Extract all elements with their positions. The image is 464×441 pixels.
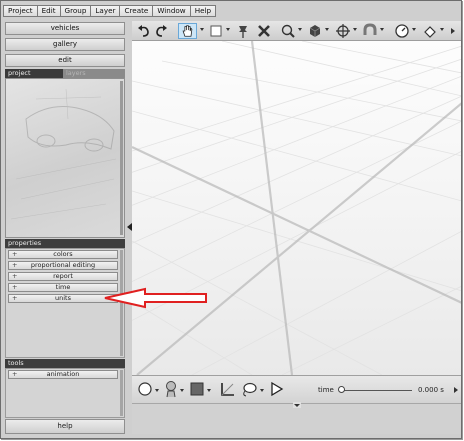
menu-bar: Project Edit Group Layer Create Window H… bbox=[3, 5, 217, 17]
close-x-icon[interactable] bbox=[256, 23, 272, 39]
chevron-down-icon[interactable] bbox=[380, 28, 384, 31]
clock-icon[interactable] bbox=[394, 23, 410, 39]
ground-grid bbox=[132, 41, 461, 375]
properties-header[interactable]: properties bbox=[5, 239, 125, 248]
bottom-panel bbox=[132, 402, 461, 434]
expand-bottom-panel-icon[interactable] bbox=[293, 402, 301, 408]
project-thumbnail-area bbox=[5, 78, 125, 238]
expand-icon: + bbox=[12, 370, 18, 378]
car-sketch-watermark bbox=[10, 88, 117, 220]
property-label: proportional editing bbox=[30, 261, 96, 269]
edit-button[interactable]: edit bbox=[5, 54, 125, 67]
time-label: time bbox=[318, 386, 334, 394]
expand-icon: + bbox=[12, 272, 18, 280]
menu-project[interactable]: Project bbox=[3, 5, 38, 17]
left-panel: vehicles gallery edit project layers pro… bbox=[5, 21, 127, 434]
time-slider-knob[interactable] bbox=[338, 386, 345, 393]
chevron-down-icon[interactable] bbox=[298, 28, 302, 31]
tools-list: + animation bbox=[5, 368, 125, 418]
time-slider[interactable] bbox=[340, 390, 412, 391]
pin-icon[interactable] bbox=[235, 23, 251, 39]
property-label: report bbox=[53, 272, 73, 280]
chevron-down-icon[interactable] bbox=[353, 28, 357, 31]
chevron-down-icon[interactable] bbox=[200, 28, 204, 31]
redo-icon[interactable] bbox=[153, 23, 169, 39]
undo-icon[interactable] bbox=[136, 23, 152, 39]
expand-icon: + bbox=[12, 283, 18, 291]
help-button[interactable]: help bbox=[5, 419, 125, 434]
pan-hand-icon bbox=[182, 25, 193, 37]
magnet-icon[interactable] bbox=[362, 23, 378, 39]
menu-edit[interactable]: Edit bbox=[36, 5, 61, 17]
chevron-down-icon[interactable] bbox=[325, 28, 329, 31]
chevron-down-icon[interactable] bbox=[226, 28, 230, 31]
toolbar-more-icon[interactable] bbox=[448, 23, 458, 39]
menu-help[interactable]: Help bbox=[189, 5, 217, 17]
tab-layers[interactable]: layers bbox=[63, 69, 86, 78]
zoom-icon[interactable] bbox=[280, 23, 296, 39]
chevron-down-icon[interactable] bbox=[412, 28, 416, 31]
tools-scrollbar[interactable] bbox=[120, 370, 123, 416]
tab-project[interactable]: project bbox=[5, 69, 63, 78]
rotate-icon[interactable] bbox=[422, 23, 438, 39]
main-toolbar bbox=[132, 21, 461, 41]
tool-label: animation bbox=[46, 370, 80, 378]
property-label: colors bbox=[53, 250, 73, 258]
square-icon[interactable] bbox=[190, 382, 204, 396]
expand-icon: + bbox=[12, 250, 18, 258]
property-colors[interactable]: + colors bbox=[8, 250, 118, 259]
project-scrollbar[interactable] bbox=[120, 81, 123, 235]
3d-viewport[interactable] bbox=[132, 41, 461, 375]
property-proportional-editing[interactable]: + proportional editing bbox=[8, 261, 118, 270]
time-value: 0.000 s bbox=[418, 386, 444, 394]
panel-tabs: project layers bbox=[5, 69, 125, 78]
property-report[interactable]: + report bbox=[8, 272, 118, 281]
menu-group[interactable]: Group bbox=[59, 5, 92, 17]
annotation-arrow-icon bbox=[104, 287, 207, 309]
menu-create[interactable]: Create bbox=[119, 5, 154, 17]
head-icon[interactable] bbox=[164, 380, 178, 398]
expand-icon: + bbox=[12, 261, 18, 269]
chevron-down-icon[interactable] bbox=[260, 389, 264, 392]
bottom-toolbar: time 0.000 s bbox=[132, 375, 461, 403]
pan-hand-button[interactable] bbox=[178, 23, 197, 39]
tools-header[interactable]: tools bbox=[5, 359, 125, 368]
bottom-more-icon[interactable] bbox=[452, 385, 460, 395]
app-window: Project Edit Group Layer Create Window H… bbox=[0, 0, 462, 439]
play-icon[interactable] bbox=[270, 381, 284, 397]
menu-window[interactable]: Window bbox=[152, 5, 191, 17]
select-box-icon[interactable] bbox=[208, 23, 224, 39]
move-icon[interactable] bbox=[335, 23, 351, 39]
tool-animation[interactable]: + animation bbox=[8, 370, 118, 379]
chevron-down-icon[interactable] bbox=[155, 389, 159, 392]
menu-layer[interactable]: Layer bbox=[90, 5, 121, 17]
chevron-down-icon[interactable] bbox=[207, 389, 211, 392]
chevron-down-icon[interactable] bbox=[440, 28, 444, 31]
lasso-icon[interactable] bbox=[240, 381, 258, 397]
circle-icon[interactable] bbox=[138, 382, 152, 396]
corner-icon[interactable] bbox=[220, 381, 236, 397]
gallery-button[interactable]: gallery bbox=[5, 38, 125, 51]
expand-icon: + bbox=[12, 294, 18, 302]
cube-icon[interactable] bbox=[307, 23, 323, 39]
chevron-down-icon[interactable] bbox=[180, 389, 184, 392]
vehicles-button[interactable]: vehicles bbox=[5, 22, 125, 35]
